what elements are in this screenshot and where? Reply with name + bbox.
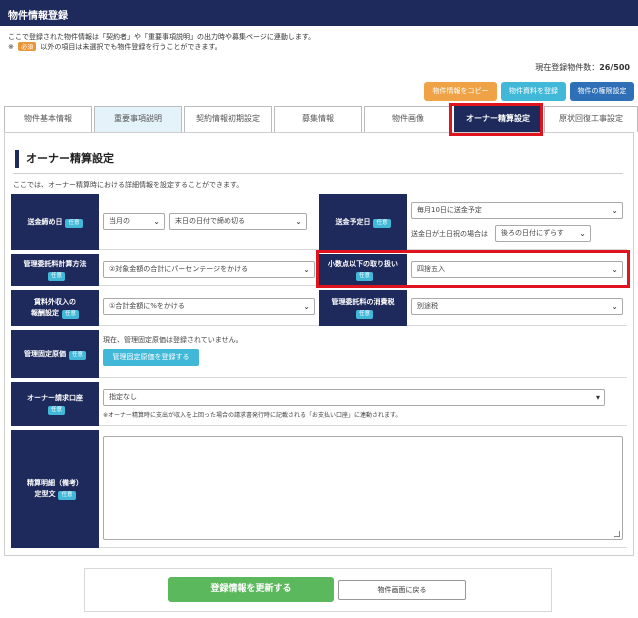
copy-property-button[interactable]: 物件情報をコピー [424, 82, 497, 101]
label-closing-day: 送金締め日 任意 [11, 194, 99, 250]
label-fixed-cost: 管理固定原価 任意 [11, 330, 99, 378]
memo-textarea[interactable] [103, 436, 623, 540]
register-document-button[interactable]: 物件資料を登録 [501, 82, 566, 101]
fee-method-select[interactable]: ②対象金額の合計にパーセンテージをかける ⌄ [103, 261, 315, 278]
note-prefix: ※ [8, 43, 14, 51]
non-rent-income-select[interactable]: ①合計金額に%をかける ⌄ [103, 298, 315, 315]
section-description: ここでは、オーナー精算時における詳細情報を設定することができます。 [13, 181, 244, 189]
tab-images[interactable]: 物件画像 [364, 106, 452, 132]
info-note-2: ※ 必須 以外の項目は未選択でも物件登録を行うことができます。 [8, 42, 222, 52]
label-bank-account: オーナー請求口座 任意 [11, 382, 99, 426]
tab-restoration[interactable]: 原状回復工事設定 [544, 106, 638, 132]
fixed-cost-status: 現在、管理固定原価は登録されていません。 [103, 336, 243, 344]
select-value: 指定なし [109, 393, 137, 401]
tab-important-matters[interactable]: 重要事項説明 [94, 106, 182, 132]
tab-contract-defaults[interactable]: 契約情報初期設定 [184, 106, 272, 132]
label-text: 管理固定原価 [23, 349, 66, 358]
select-value: 後ろの日付にずらす [501, 229, 564, 237]
chevron-down-icon: ▾ [595, 393, 600, 402]
optional-badge: 任意 [61, 310, 79, 319]
chevron-down-icon: ⌄ [611, 302, 618, 311]
holiday-text: 送金日が土日祝の場合は [411, 230, 488, 238]
select-value: 毎月10日に送金予定 [417, 206, 482, 214]
resize-handle-icon[interactable] [614, 531, 620, 537]
label-text: 報酬設定 [30, 309, 59, 317]
window-title: 物件情報登録 [0, 0, 638, 26]
holiday-shift-select[interactable]: 後ろの日付にずらす ⌄ [495, 225, 591, 242]
select-value: 別途税 [417, 302, 438, 310]
label-text: 送金締め日 [27, 217, 63, 226]
section-title: オーナー精算設定 [15, 150, 114, 168]
select-value: 当月の [109, 217, 130, 225]
property-count-value: 26/500 [599, 63, 630, 72]
label-text: 定型文 [34, 490, 56, 498]
chevron-down-icon: ⌄ [579, 229, 586, 238]
required-badge: 必須 [18, 42, 37, 51]
chevron-down-icon: ⌄ [611, 206, 618, 215]
note-suffix: 以外の項目は未選択でも物件登録を行うことができます。 [40, 43, 222, 51]
chevron-down-icon: ⌄ [303, 302, 310, 311]
scheduled-day-select[interactable]: 毎月10日に送金予定 ⌄ [411, 202, 623, 219]
label-fee-method: 管理委託料計算方法 任意 [11, 254, 99, 286]
optional-badge: 任意 [47, 272, 65, 281]
update-button[interactable]: 登録情報を更新する [168, 577, 334, 602]
label-text: 管理委託料計算方法 [23, 260, 87, 268]
select-value: 末日の日付で締め切る [175, 217, 245, 225]
highlight-tab-box [449, 103, 543, 136]
optional-badge: 任意 [355, 310, 373, 319]
optional-badge: 任意 [65, 218, 83, 228]
property-count: 現在登録物件数：26/500 [535, 62, 630, 73]
optional-badge: 任意 [373, 218, 391, 228]
chevron-down-icon: ⌄ [295, 217, 302, 226]
fee-tax-select[interactable]: 別途税 ⌄ [411, 298, 623, 315]
highlight-rounding-box [316, 250, 630, 288]
optional-badge: 任意 [58, 491, 76, 500]
optional-badge: 任意 [68, 350, 86, 360]
label-text: 賃料外収入の [34, 298, 76, 306]
closing-month-select[interactable]: 当月の ⌄ [103, 213, 165, 230]
back-button[interactable]: 物件画面に戻る [338, 580, 466, 600]
bank-account-note: ※オーナー精算時に支出が収入を上回った場合の請求書発行時に記載される「お支払い口… [103, 412, 402, 419]
chevron-down-icon: ⌄ [153, 217, 160, 226]
select-value: ①合計金額に%をかける [109, 302, 185, 310]
label-text: 送金予定日 [335, 217, 371, 226]
label-scheduled-day: 送金予定日 任意 [319, 194, 407, 250]
label-fee-tax: 管理委託料の消費税 任意 [319, 290, 407, 326]
register-fixed-cost-button[interactable]: 管理固定原価を登録する [103, 349, 199, 366]
chevron-down-icon: ⌄ [303, 265, 310, 274]
label-text: 管理委託料の消費税 [331, 298, 395, 306]
label-non-rent-income: 賃料外収入の 報酬設定 任意 [11, 290, 99, 326]
property-authority-button[interactable]: 物件の権限設定 [570, 82, 634, 101]
info-note-1: ここで登録された物件情報は「契約者」や「重要事項説明」の出力時や募集ページに連動… [8, 33, 316, 41]
tab-basic-info[interactable]: 物件基本情報 [4, 106, 92, 132]
label-text: 精算明細（備考） [27, 479, 83, 487]
tab-recruitment[interactable]: 募集情報 [274, 106, 362, 132]
closing-day-select[interactable]: 末日の日付で締め切る ⌄ [169, 213, 307, 230]
label-text: オーナー請求口座 [27, 394, 83, 402]
optional-badge: 任意 [47, 406, 65, 415]
property-count-label: 現在登録物件数： [535, 63, 600, 72]
label-memo: 精算明細（備考） 定型文 任意 [11, 430, 99, 548]
section-divider [13, 173, 623, 174]
select-value: ②対象金額の合計にパーセンテージをかける [109, 265, 249, 273]
bank-account-select[interactable]: 指定なし ▾ [103, 389, 605, 406]
